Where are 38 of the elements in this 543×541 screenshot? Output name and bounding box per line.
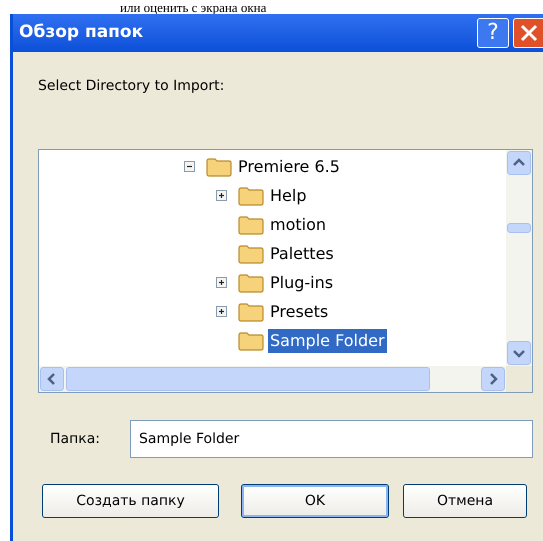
folder-icon (238, 244, 264, 264)
expand-icon[interactable] (216, 306, 227, 317)
tree-item[interactable]: Palettes (268, 242, 336, 266)
folder-icon (238, 302, 264, 322)
scroll-thumb[interactable] (507, 223, 531, 233)
tree-item[interactable]: Help (268, 184, 308, 208)
expand-icon[interactable] (216, 277, 227, 288)
prompt-text: Select Directory to Import: (38, 77, 226, 96)
folder-icon (238, 186, 264, 206)
scroll-right-icon[interactable] (481, 367, 505, 391)
folder-field[interactable]: Sample Folder (130, 420, 533, 458)
folder-icon (206, 156, 232, 176)
close-icon (520, 24, 538, 42)
horizontal-scrollbar[interactable] (39, 366, 506, 392)
dialog-button[interactable]: Отмена (403, 484, 527, 518)
folder-icon (238, 330, 264, 350)
window-title: Обзор папок (19, 21, 144, 44)
tree-item[interactable]: Sample Folder (268, 328, 387, 352)
dialog-button[interactable]: OK (241, 484, 389, 518)
collapse-icon[interactable] (184, 161, 195, 172)
document-text: или оценить с экрана окна (120, 1, 266, 14)
close-button[interactable] (513, 18, 543, 48)
scroll-thumb[interactable] (66, 367, 430, 391)
tree-item[interactable]: Premiere 6.5 (236, 154, 342, 178)
scroll-left-icon[interactable] (40, 367, 64, 391)
tree-item[interactable]: Presets (268, 300, 330, 324)
scroll-down-icon[interactable] (507, 341, 531, 365)
vertical-scrollbar[interactable] (506, 150, 532, 366)
folder-label: Папка: (49, 430, 102, 448)
scroll-up-icon[interactable] (507, 151, 531, 175)
folder-icon (238, 214, 264, 234)
expand-icon[interactable] (216, 190, 227, 201)
tree-item[interactable]: motion (268, 212, 328, 236)
dialog-button[interactable]: Создать папку (42, 484, 219, 518)
tree-item[interactable]: Plug-ins (268, 270, 336, 294)
help-button[interactable]: ? (477, 18, 509, 48)
folder-icon (238, 272, 264, 292)
scrollbar-corner (506, 366, 532, 392)
